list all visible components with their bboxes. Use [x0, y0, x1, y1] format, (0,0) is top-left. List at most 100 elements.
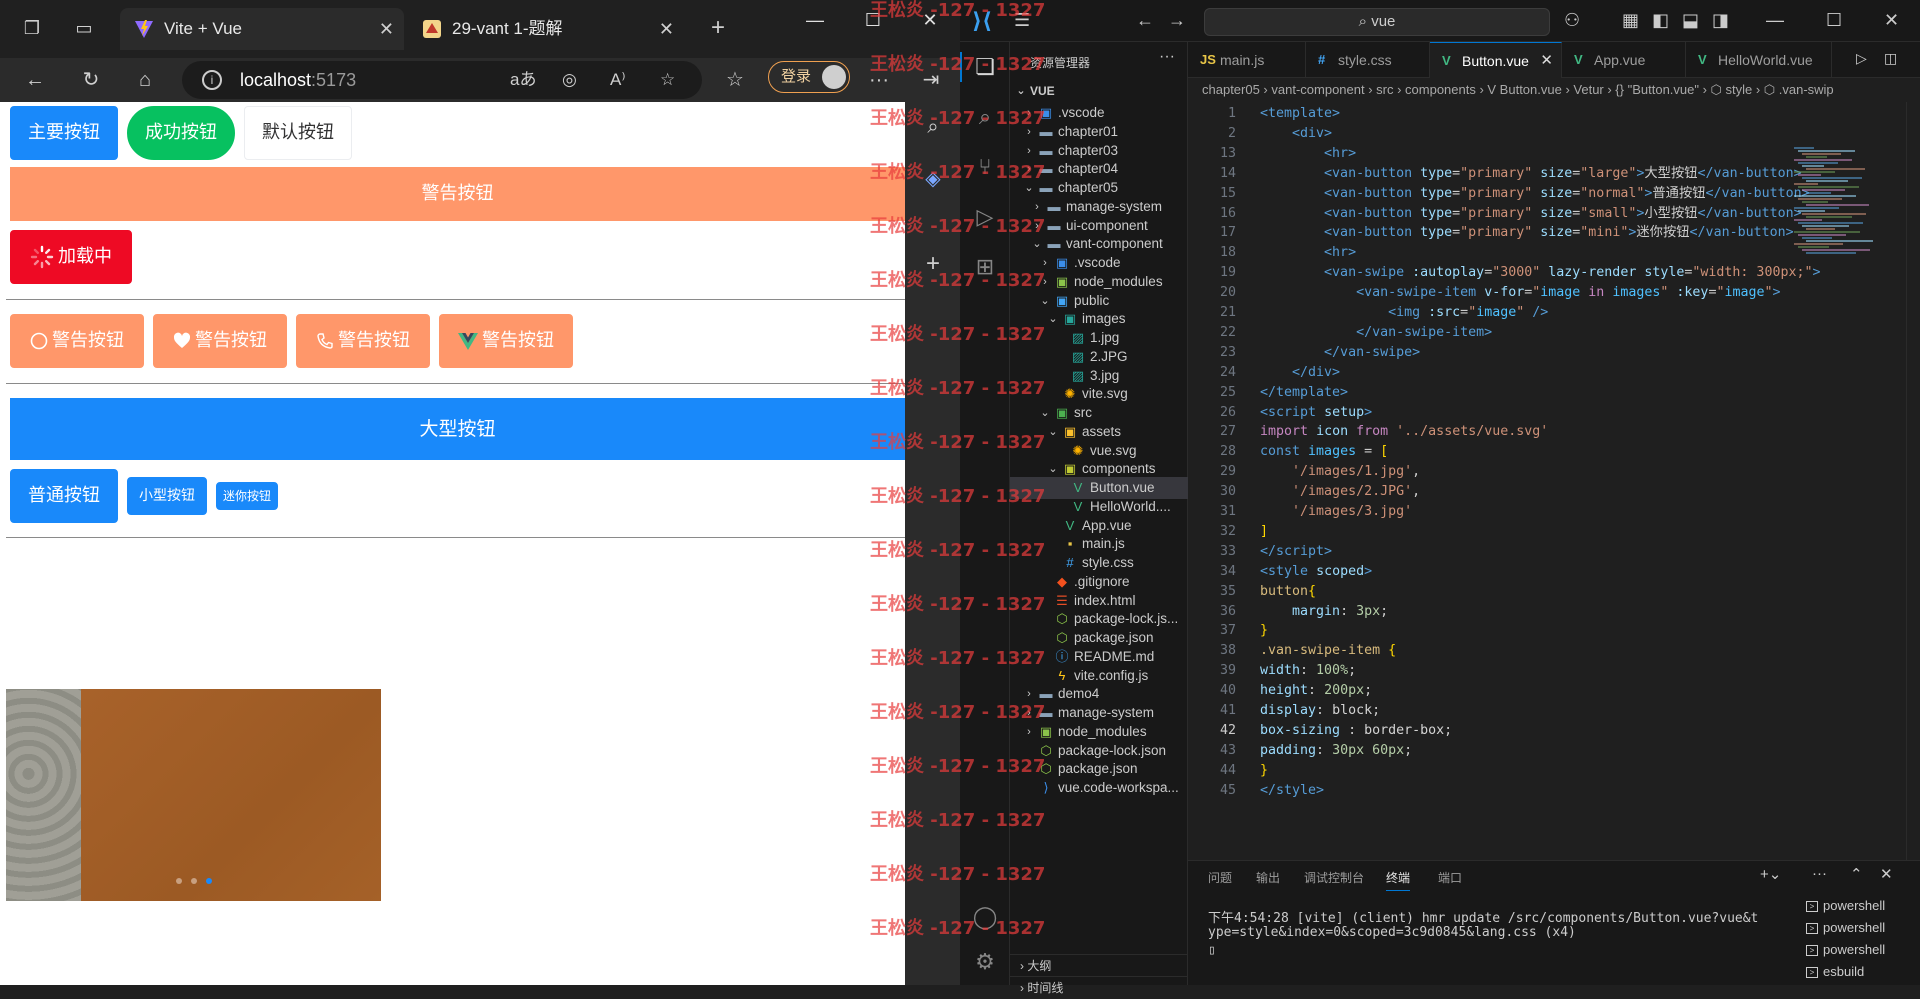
- tab-app-vue[interactable]: V App.vue: [1562, 42, 1686, 78]
- swipe-indicator-dot[interactable]: [176, 878, 182, 884]
- toggle-sidebar-icon[interactable]: ◧: [1652, 10, 1669, 31]
- code-line[interactable]: padding: 30px 60px;: [1260, 741, 1412, 761]
- loading-button[interactable]: 加载中: [10, 230, 132, 284]
- read-aloud-icon[interactable]: A⁾: [610, 61, 626, 99]
- more-actions-icon[interactable]: ···: [1159, 48, 1175, 66]
- timeline-section[interactable]: › 时间线: [1010, 976, 1188, 998]
- run-icon[interactable]: ▷: [1856, 50, 1867, 67]
- terminal-instance[interactable]: > powershell: [1806, 939, 1916, 961]
- site-info-icon[interactable]: i: [202, 70, 222, 90]
- large-button[interactable]: 大型按钮: [10, 398, 905, 460]
- code-line[interactable]: <div>: [1260, 124, 1332, 144]
- split-editor-icon[interactable]: ◫: [1884, 50, 1897, 67]
- tab-output[interactable]: 输出: [1256, 869, 1280, 886]
- code-line[interactable]: <van-button type="primary" size="mini">迷…: [1260, 223, 1794, 243]
- refresh-icon[interactable]: ↻: [78, 67, 104, 93]
- terminal-instance[interactable]: > powershell: [1806, 917, 1916, 939]
- code-line[interactable]: </div>: [1260, 363, 1340, 383]
- new-terminal-icon[interactable]: +⌄: [1760, 865, 1781, 883]
- warning-circle-button[interactable]: 警告按钮: [10, 314, 144, 368]
- small-button[interactable]: 小型按钮: [127, 477, 207, 515]
- back-icon[interactable]: ←: [22, 67, 48, 93]
- code-line[interactable]: <script setup>: [1260, 403, 1372, 423]
- swipe-indicator-dot-active[interactable]: [206, 878, 212, 884]
- code-line[interactable]: margin: 3px;: [1260, 602, 1388, 622]
- code-line[interactable]: <template>: [1260, 104, 1340, 124]
- settings-gear-icon[interactable]: ⚙: [970, 947, 1000, 977]
- close-tab-icon[interactable]: ✕: [659, 8, 674, 50]
- code-line[interactable]: .van-swipe-item {: [1260, 641, 1396, 661]
- outline-section[interactable]: › 大纲: [1010, 954, 1188, 976]
- tab-problems[interactable]: 问题: [1208, 869, 1232, 886]
- tab-ports[interactable]: 端口: [1438, 869, 1462, 886]
- code-line[interactable]: '/images/3.jpg': [1260, 502, 1412, 522]
- address-bar[interactable]: i localhost:5173 aあ ◎ A⁾ ☆: [182, 61, 702, 99]
- success-button[interactable]: 成功按钮: [127, 106, 235, 160]
- code-line[interactable]: import icon from '../assets/vue.svg': [1260, 422, 1548, 442]
- new-tab-icon[interactable]: +: [704, 14, 732, 42]
- command-center-search[interactable]: ⌕ vue: [1204, 8, 1550, 36]
- terminal-instance[interactable]: > esbuild: [1806, 961, 1916, 983]
- mini-button[interactable]: 迷你按钮: [216, 482, 278, 510]
- warning-phone-button[interactable]: 警告按钮: [296, 314, 430, 368]
- tab-debug-console[interactable]: 调试控制台: [1304, 869, 1364, 886]
- code-line[interactable]: }: [1260, 761, 1268, 781]
- home-icon[interactable]: ⌂: [132, 67, 158, 93]
- tab-vite-vue[interactable]: Vite + Vue ✕: [120, 8, 404, 50]
- block-warning-button[interactable]: 警告按钮: [10, 167, 905, 221]
- minimize-icon[interactable]: —: [1766, 10, 1784, 31]
- breadcrumb[interactable]: chapter05 › vant-component › src › compo…: [1188, 78, 1920, 102]
- code-line[interactable]: </van-swipe>: [1260, 343, 1420, 363]
- close-tab-icon[interactable]: ✕: [1540, 43, 1553, 79]
- code-line[interactable]: <van-swipe :autoplay="3000" lazy-render …: [1260, 263, 1820, 283]
- workspaces-icon[interactable]: ❐: [18, 14, 46, 42]
- tab-terminal[interactable]: 终端: [1386, 869, 1411, 891]
- code-line[interactable]: display: block;: [1260, 701, 1380, 721]
- warning-vue-button[interactable]: 警告按钮: [439, 314, 573, 368]
- code-line[interactable]: </template>: [1260, 383, 1348, 403]
- code-line[interactable]: }: [1260, 621, 1268, 641]
- maximize-icon[interactable]: ☐: [1826, 10, 1842, 31]
- editor-scrollbar[interactable]: [1906, 102, 1920, 860]
- layout-icon[interactable]: ▦: [1622, 10, 1639, 31]
- code-line[interactable]: <style scoped>: [1260, 562, 1372, 582]
- code-line[interactable]: </van-swipe-item>: [1260, 323, 1492, 343]
- tab-button-vue[interactable]: V Button.vue ✕: [1430, 42, 1562, 78]
- code-line[interactable]: <van-button type="primary" size="small">…: [1260, 204, 1802, 224]
- warning-heart-button[interactable]: 警告按钮: [153, 314, 287, 368]
- minimize-icon[interactable]: —: [790, 10, 840, 31]
- edge-icon[interactable]: ◎: [562, 61, 577, 99]
- minimap[interactable]: [1788, 102, 1882, 860]
- favorites-icon[interactable]: ☆: [722, 67, 748, 93]
- code-line[interactable]: const images = [: [1260, 442, 1388, 462]
- default-button[interactable]: 默认按钮: [244, 106, 352, 160]
- code-line[interactable]: width: 100%;: [1260, 661, 1356, 681]
- normal-button[interactable]: 普通按钮: [10, 469, 118, 523]
- tab-main-js[interactable]: JS main.js: [1188, 42, 1306, 78]
- image-swipe[interactable]: [6, 689, 381, 901]
- tab-actions-icon[interactable]: ▭: [70, 14, 98, 42]
- tab-helloworld-vue[interactable]: V HelloWorld.vue: [1686, 42, 1832, 78]
- code-line[interactable]: '/images/2.JPG',: [1260, 482, 1420, 502]
- back-icon[interactable]: ←: [1136, 10, 1154, 31]
- code-line[interactable]: <img :src="image" />: [1260, 303, 1548, 323]
- bookmark-star-icon[interactable]: ☆: [660, 61, 675, 99]
- code-line[interactable]: '/images/1.jpg',: [1260, 462, 1420, 482]
- toggle-panel-icon[interactable]: ⬓: [1682, 10, 1699, 31]
- code-line[interactable]: box-sizing : border-box;: [1260, 721, 1452, 741]
- code-line[interactable]: </script>: [1260, 542, 1332, 562]
- code-line[interactable]: <hr>: [1260, 243, 1356, 263]
- copilot-icon[interactable]: ⚇: [1564, 10, 1580, 31]
- tree-item[interactable]: ⟩ vue.code-workspa...: [1010, 777, 1188, 799]
- swipe-indicator-dot[interactable]: [191, 878, 197, 884]
- code-line[interactable]: <van-swipe-item v-for="image in images" …: [1260, 283, 1780, 303]
- toggle-secondary-sidebar-icon[interactable]: ◨: [1712, 10, 1729, 31]
- tab-style-css[interactable]: # style.css: [1306, 42, 1430, 78]
- login-button[interactable]: 登录: [768, 61, 850, 93]
- code-line[interactable]: ]: [1260, 522, 1268, 542]
- code-line[interactable]: <hr>: [1260, 144, 1356, 164]
- code-line[interactable]: height: 200px;: [1260, 681, 1372, 701]
- close-tab-icon[interactable]: ✕: [379, 8, 394, 50]
- maximize-panel-icon[interactable]: ⌃: [1850, 865, 1863, 883]
- terminal-instance[interactable]: > powershell: [1806, 895, 1916, 917]
